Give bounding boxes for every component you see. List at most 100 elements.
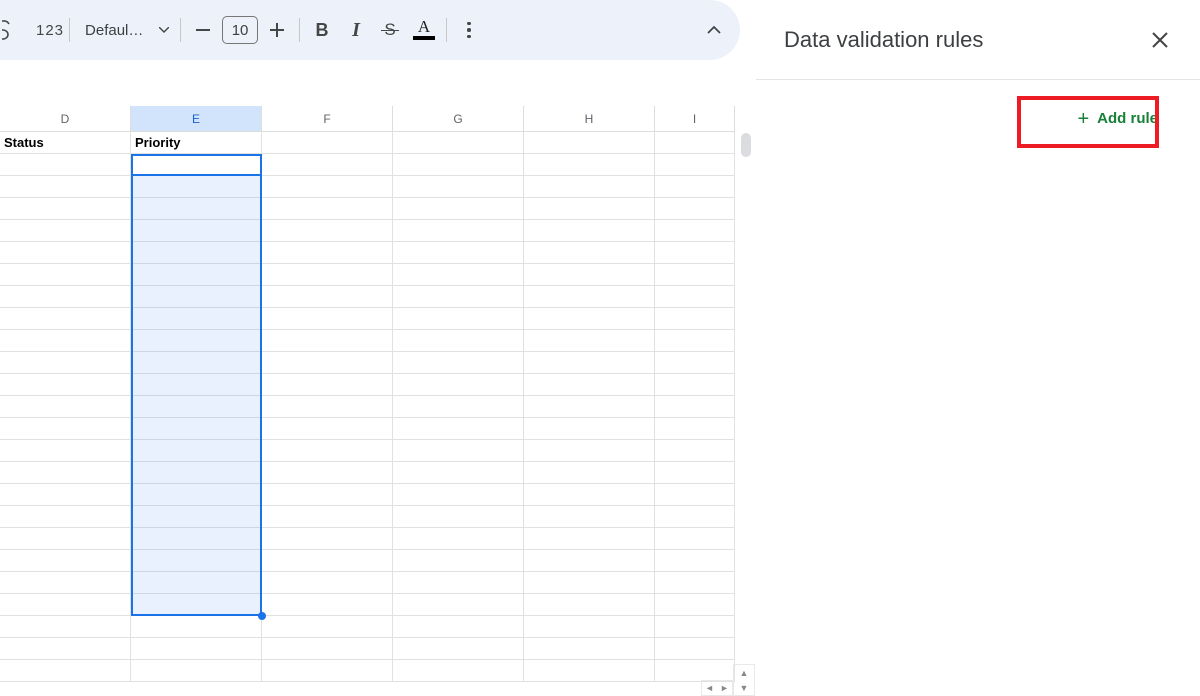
cell[interactable]: [524, 396, 655, 418]
cell[interactable]: [131, 616, 262, 638]
cell[interactable]: [0, 462, 131, 484]
cell[interactable]: [262, 396, 393, 418]
cell[interactable]: [393, 176, 524, 198]
cell[interactable]: [0, 330, 131, 352]
cell[interactable]: [393, 528, 524, 550]
cell[interactable]: [655, 176, 735, 198]
cell[interactable]: Status: [0, 132, 131, 154]
cell[interactable]: [393, 132, 524, 154]
cell[interactable]: [0, 506, 131, 528]
cell[interactable]: [393, 352, 524, 374]
cell[interactable]: [524, 198, 655, 220]
cell[interactable]: [524, 330, 655, 352]
cell[interactable]: [131, 660, 262, 682]
cell[interactable]: [393, 286, 524, 308]
cell[interactable]: [524, 242, 655, 264]
cell[interactable]: [524, 286, 655, 308]
cell[interactable]: [131, 286, 262, 308]
cell[interactable]: [393, 242, 524, 264]
cell[interactable]: [524, 352, 655, 374]
cell[interactable]: [524, 550, 655, 572]
cell[interactable]: [131, 440, 262, 462]
cell[interactable]: [524, 154, 655, 176]
scroll-up-button[interactable]: ▲: [734, 665, 754, 680]
cell[interactable]: [393, 396, 524, 418]
scroll-down-button[interactable]: ▼: [734, 680, 754, 695]
add-rule-button[interactable]: + Add rule: [1063, 100, 1172, 137]
cell[interactable]: [131, 176, 262, 198]
cell[interactable]: [524, 528, 655, 550]
cell[interactable]: [655, 660, 735, 682]
cell[interactable]: [524, 308, 655, 330]
cell[interactable]: [655, 352, 735, 374]
cell[interactable]: [0, 594, 131, 616]
cell[interactable]: [131, 572, 262, 594]
cell[interactable]: [655, 440, 735, 462]
spreadsheet-grid[interactable]: DEFGHI StatusPriority ▲ ▼ ◄ ►: [0, 106, 755, 696]
cell[interactable]: [393, 550, 524, 572]
cell[interactable]: [262, 286, 393, 308]
cell[interactable]: [655, 220, 735, 242]
cell[interactable]: [655, 550, 735, 572]
cell[interactable]: [655, 286, 735, 308]
cell[interactable]: [262, 308, 393, 330]
cell[interactable]: [0, 528, 131, 550]
cell[interactable]: [655, 132, 735, 154]
cell[interactable]: [0, 286, 131, 308]
cell[interactable]: [262, 484, 393, 506]
cell[interactable]: [262, 352, 393, 374]
cell[interactable]: [131, 506, 262, 528]
cell[interactable]: [262, 330, 393, 352]
cell[interactable]: [393, 308, 524, 330]
cell[interactable]: [524, 418, 655, 440]
cell[interactable]: [262, 132, 393, 154]
cell[interactable]: [262, 550, 393, 572]
cell[interactable]: [131, 484, 262, 506]
cell[interactable]: [0, 484, 131, 506]
cell[interactable]: [393, 660, 524, 682]
italic-button[interactable]: I: [339, 13, 373, 47]
cell[interactable]: [393, 572, 524, 594]
bold-button[interactable]: B: [305, 13, 339, 47]
font-size-increase-button[interactable]: [260, 13, 294, 47]
cell[interactable]: [262, 176, 393, 198]
cell[interactable]: [524, 616, 655, 638]
cell[interactable]: [131, 220, 262, 242]
cell[interactable]: [393, 440, 524, 462]
cell[interactable]: [524, 572, 655, 594]
cell[interactable]: [0, 352, 131, 374]
cell[interactable]: [0, 638, 131, 660]
cell[interactable]: [262, 638, 393, 660]
cell[interactable]: [655, 484, 735, 506]
cell[interactable]: [0, 440, 131, 462]
cell[interactable]: [655, 198, 735, 220]
vertical-scrollbar-thumb[interactable]: [741, 133, 751, 157]
cell[interactable]: [524, 594, 655, 616]
collapse-toolbar-button[interactable]: [706, 25, 722, 35]
toolbar-overflow-button[interactable]: [452, 13, 486, 47]
cell[interactable]: [655, 242, 735, 264]
cell[interactable]: [0, 660, 131, 682]
cell[interactable]: [655, 638, 735, 660]
cell[interactable]: [393, 506, 524, 528]
cell[interactable]: [393, 264, 524, 286]
cell[interactable]: [262, 242, 393, 264]
cell[interactable]: [131, 352, 262, 374]
column-header-D[interactable]: D: [0, 106, 131, 131]
cell[interactable]: [524, 484, 655, 506]
cell[interactable]: [655, 528, 735, 550]
cell[interactable]: Priority: [131, 132, 262, 154]
scroll-right-button[interactable]: ►: [717, 681, 732, 695]
text-color-button[interactable]: A: [407, 13, 441, 47]
cell[interactable]: [393, 616, 524, 638]
cell[interactable]: [131, 594, 262, 616]
cell[interactable]: [0, 396, 131, 418]
cell[interactable]: [262, 264, 393, 286]
font-family-dropdown[interactable]: Defaul…: [75, 15, 175, 45]
cell[interactable]: [131, 528, 262, 550]
scroll-left-button[interactable]: ◄: [702, 681, 717, 695]
cell[interactable]: [393, 220, 524, 242]
cell[interactable]: [131, 330, 262, 352]
cell[interactable]: [393, 198, 524, 220]
cell[interactable]: [0, 220, 131, 242]
